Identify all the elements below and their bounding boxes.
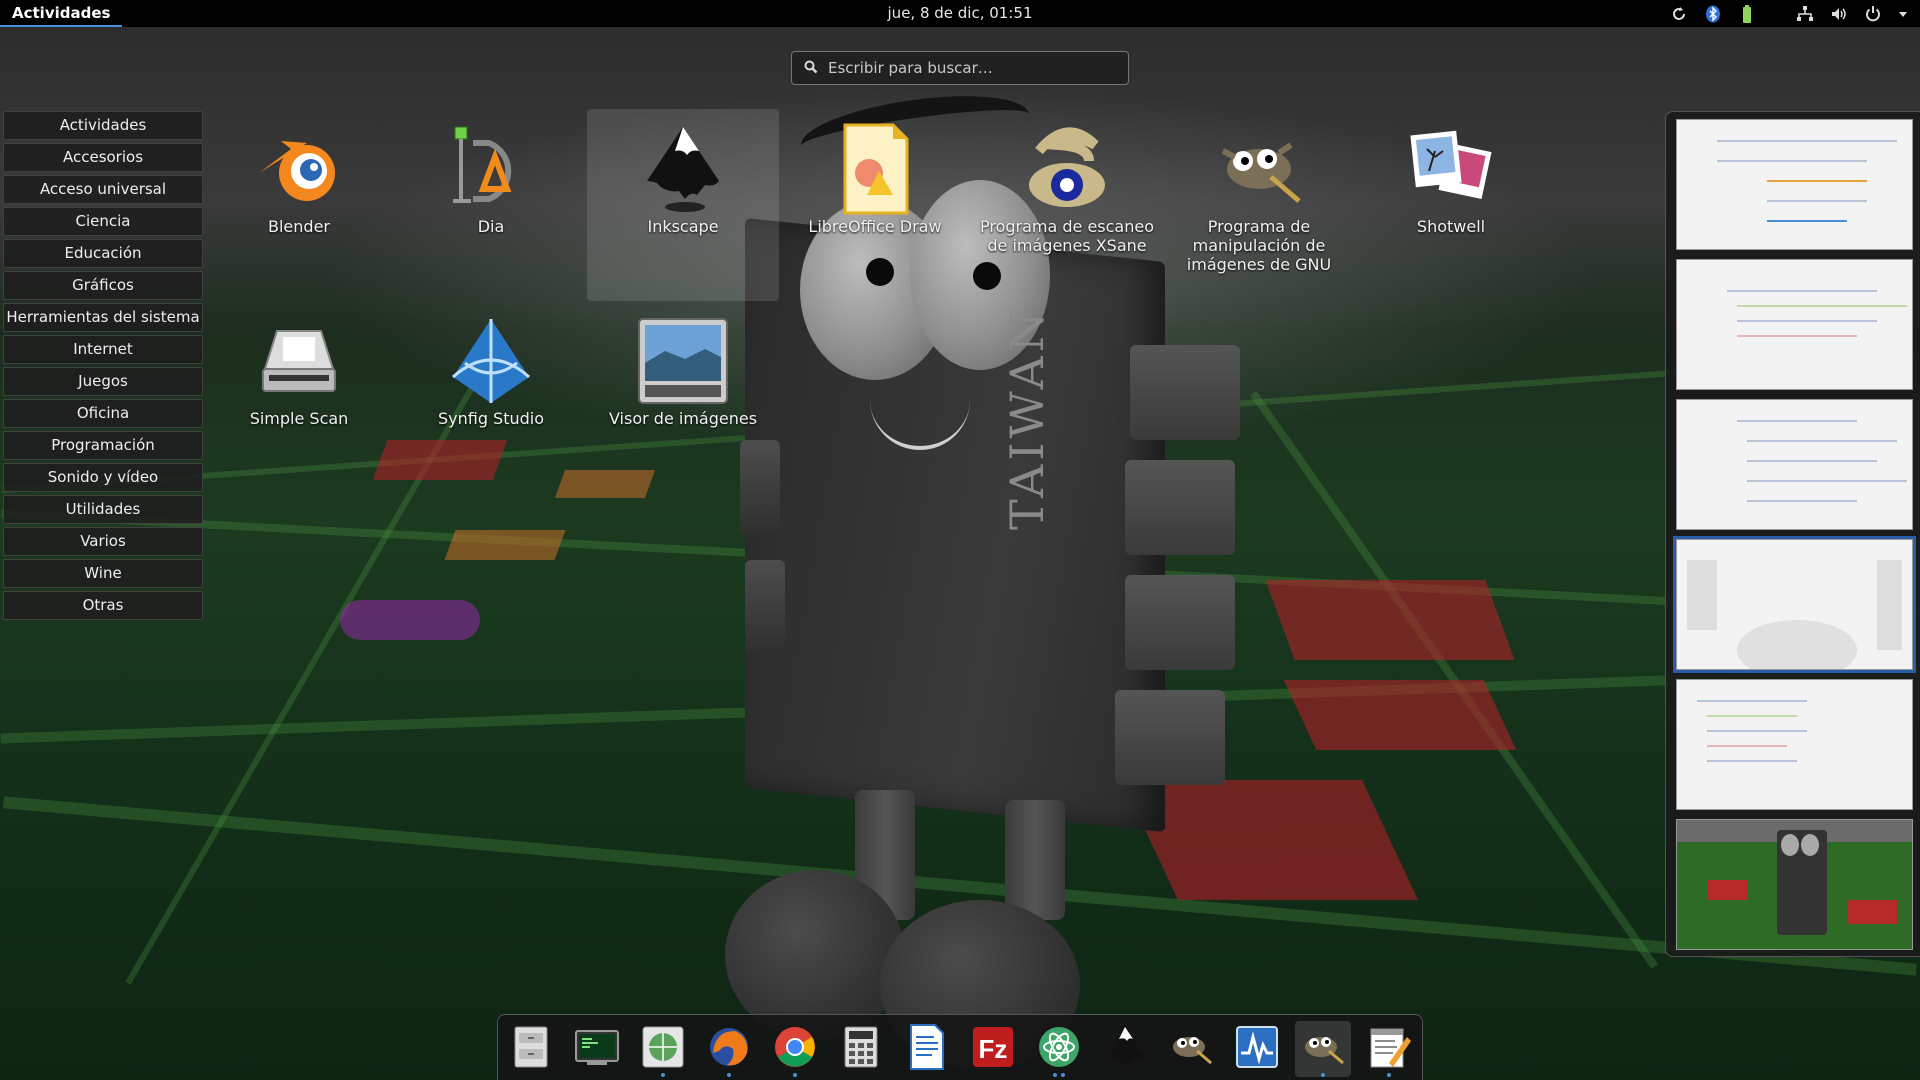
app-synfig[interactable]: Synfig Studio: [395, 301, 587, 493]
category-herramientas-del-sistema[interactable]: Herramientas del sistema: [3, 303, 203, 332]
filezilla-icon: Fz: [973, 1027, 1013, 1067]
dock-network-globe[interactable]: [635, 1021, 691, 1077]
dock-firefox[interactable]: [701, 1021, 757, 1077]
category-ciencia[interactable]: Ciencia: [3, 207, 203, 236]
category-programacion[interactable]: Programación: [3, 431, 203, 460]
dock-text-editor[interactable]: [1361, 1021, 1417, 1077]
app-label: Simple Scan: [249, 409, 349, 428]
gimp-icon: [1305, 1037, 1344, 1065]
category-graficos[interactable]: Gráficos: [3, 271, 203, 300]
app-dia[interactable]: Dia: [395, 109, 587, 301]
app-inkscape[interactable]: Inkscape: [587, 109, 779, 301]
svg-text:Fz: Fz: [979, 1034, 1008, 1064]
atom-icon: [1039, 1027, 1079, 1067]
category-juegos[interactable]: Juegos: [3, 367, 203, 396]
category-acceso-universal[interactable]: Acceso universal: [3, 175, 203, 204]
mascot-label: TAIWAN: [1000, 307, 1054, 530]
category-list: Actividades Accesorios Acceso universal …: [3, 111, 203, 623]
inkscape-icon: [647, 127, 719, 212]
dock-filezilla[interactable]: Fz: [965, 1021, 1021, 1077]
search-icon: [804, 59, 818, 78]
app-label: Shotwell: [1416, 217, 1486, 236]
dock-system-monitor[interactable]: [1229, 1021, 1285, 1077]
file-manager-icon: [514, 1026, 548, 1068]
network-globe-icon: [642, 1026, 684, 1068]
app-label: Blender: [268, 217, 330, 236]
app-image-viewer[interactable]: Visor de imágenes: [587, 301, 779, 493]
app-label: Inkscape: [647, 217, 719, 236]
dia-icon: [453, 126, 512, 203]
workspace-thumbnail-5[interactable]: [1676, 679, 1913, 810]
gimp-icon: [1221, 142, 1301, 203]
search-input[interactable]: [828, 59, 1108, 77]
dock-inkscape[interactable]: [1097, 1021, 1153, 1077]
workspace-thumbnail-6[interactable]: [1676, 819, 1913, 950]
dock-file-manager[interactable]: [503, 1021, 559, 1077]
firefox-icon: [710, 1028, 748, 1066]
top-bar: Actividades jue, 8 de dic, 01:51: [0, 0, 1920, 27]
synfig-icon: [452, 319, 530, 403]
writer-icon: [910, 1024, 944, 1070]
app-simple-scan[interactable]: Simple Scan: [203, 301, 395, 493]
workspace-thumbnail-2[interactable]: [1676, 259, 1913, 390]
refresh-icon[interactable]: [1670, 5, 1688, 23]
category-accesorios[interactable]: Accesorios: [3, 143, 203, 172]
app-shotwell[interactable]: Shotwell: [1355, 109, 1547, 301]
app-label: Dia: [477, 217, 505, 236]
bluetooth-icon[interactable]: [1704, 5, 1722, 23]
volume-icon[interactable]: [1830, 5, 1848, 23]
status-area[interactable]: [1670, 0, 1908, 27]
app-label: Visor de imágenes: [608, 409, 758, 428]
dock-gimp-running[interactable]: [1295, 1021, 1351, 1077]
dock-writer[interactable]: [899, 1021, 955, 1077]
app-label: Programa de escaneo de imágenes XSane: [979, 217, 1155, 255]
app-libreoffice-draw[interactable]: LibreOffice Draw: [779, 109, 971, 301]
category-wine[interactable]: Wine: [3, 559, 203, 588]
workspace-thumbnail-4[interactable]: [1673, 536, 1916, 673]
activities-button[interactable]: Actividades: [0, 0, 123, 27]
category-educacion[interactable]: Educación: [3, 239, 203, 268]
category-otras[interactable]: Otras: [3, 591, 203, 620]
battery-icon[interactable]: [1738, 4, 1756, 23]
network-icon[interactable]: [1796, 5, 1814, 23]
clock[interactable]: jue, 8 de dic, 01:51: [888, 4, 1033, 22]
workspace-thumbnail-1[interactable]: [1676, 119, 1913, 250]
category-oficina[interactable]: Oficina: [3, 399, 203, 428]
terminal-icon: [575, 1030, 619, 1065]
dock-chrome[interactable]: [767, 1021, 823, 1077]
dock-gimp[interactable]: [1163, 1021, 1219, 1077]
app-blender[interactable]: Blender: [203, 109, 395, 301]
category-utilidades[interactable]: Utilidades: [3, 495, 203, 524]
dash-dock: Fz: [497, 1014, 1423, 1080]
calculator-icon: [844, 1026, 878, 1068]
blender-icon: [259, 141, 335, 201]
text-editor-icon: [1370, 1028, 1411, 1068]
libreoffice-draw-icon: [843, 123, 909, 215]
search-box[interactable]: [791, 51, 1129, 85]
monitor-icon: [1236, 1026, 1278, 1068]
dock-terminal[interactable]: [569, 1021, 625, 1077]
category-sonido-y-video[interactable]: Sonido y vídeo: [3, 463, 203, 492]
app-label: Synfig Studio: [437, 409, 545, 428]
power-icon[interactable]: [1864, 5, 1882, 23]
app-xsane[interactable]: Programa de escaneo de imágenes XSane: [971, 109, 1163, 301]
dock-atom[interactable]: [1031, 1021, 1087, 1077]
app-label: Programa de manipulación de imágenes de …: [1186, 217, 1332, 274]
inkscape-icon: [1109, 1027, 1145, 1067]
gimp-icon: [1173, 1037, 1212, 1065]
chevron-down-icon[interactable]: [1898, 5, 1908, 23]
app-label: LibreOffice Draw: [808, 217, 942, 236]
app-gimp[interactable]: Programa de manipulación de imágenes de …: [1163, 109, 1355, 301]
category-internet[interactable]: Internet: [3, 335, 203, 364]
chrome-icon: [775, 1027, 815, 1067]
category-actividades[interactable]: Actividades: [3, 111, 203, 140]
xsane-icon: [1029, 127, 1105, 207]
image-viewer-icon: [638, 318, 728, 404]
shotwell-icon: [1410, 130, 1492, 200]
dock-calculator[interactable]: [833, 1021, 889, 1077]
workspace-thumbnail-3[interactable]: [1676, 399, 1913, 530]
category-varios[interactable]: Varios: [3, 527, 203, 556]
simple-scan-icon: [262, 330, 336, 392]
workspace-switcher: [1665, 111, 1920, 957]
